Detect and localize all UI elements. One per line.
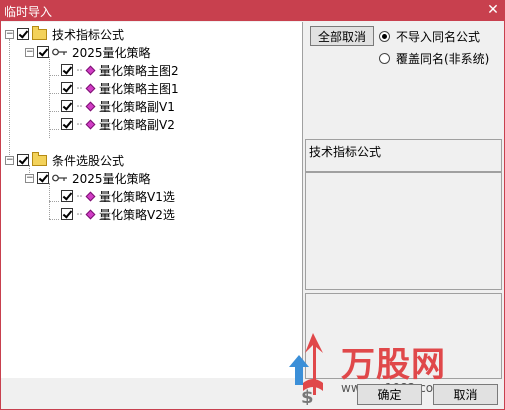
tree-connector <box>49 201 59 202</box>
folder-icon <box>32 151 47 166</box>
close-icon[interactable]: ✕ <box>481 0 505 21</box>
dots-icon <box>77 105 82 107</box>
tree-node-label: 技术指标公式 <box>52 27 125 42</box>
tree-node-formula[interactable]: 量化策略V1选 <box>61 187 175 205</box>
dots-icon <box>77 123 82 125</box>
radio-unselected-icon[interactable] <box>379 53 390 64</box>
formula-tree[interactable]: − 技术指标公式 − 2025量化策略 量化策略主图2 量化策略主图1 量化策略… <box>1 22 303 378</box>
tree-node-label: 条件选股公式 <box>52 153 125 168</box>
checkbox-checked[interactable] <box>61 100 73 112</box>
window-title: 临时导入 <box>4 5 53 19</box>
formula-diamond-icon <box>85 191 96 201</box>
key-icon <box>52 48 67 56</box>
tree-node-strategy-group[interactable]: − 2025量化策略 <box>25 169 151 187</box>
dots-icon <box>77 87 82 89</box>
cancel-all-button[interactable]: 全部取消 <box>310 26 374 46</box>
tree-node-stock-selection[interactable]: − 条件选股公式 <box>5 151 124 169</box>
tree-node-label: 2025量化策略 <box>72 45 151 60</box>
tree-node-label: 量化策略V2选 <box>99 207 175 222</box>
collapse-icon[interactable]: − <box>5 29 14 39</box>
dots-icon <box>77 69 82 71</box>
checkbox-checked[interactable] <box>61 190 73 202</box>
logo-text: 万股网 <box>341 345 446 385</box>
tree-node-formula[interactable]: 量化策略副V2 <box>61 115 175 133</box>
logo-arrow-icon: $ <box>289 333 323 405</box>
checkbox-checked[interactable] <box>37 172 49 184</box>
key-icon <box>52 174 67 182</box>
checkbox-checked[interactable] <box>17 28 29 40</box>
tree-connector <box>49 111 59 112</box>
title-bar: 临时导入 ✕ <box>0 0 505 21</box>
formula-diamond-icon <box>85 119 96 129</box>
tree-node-formula[interactable]: 量化策略V2选 <box>61 205 175 223</box>
tree-node-label: 量化策略副V1 <box>99 99 175 114</box>
tree-node-label: 量化策略主图1 <box>99 81 179 96</box>
radio-label: 不导入同名公式 <box>396 30 481 44</box>
checkbox-checked[interactable] <box>61 208 73 220</box>
tree-connector <box>49 57 50 138</box>
formula-type-label: 技术指标公式 <box>309 145 382 159</box>
radio-skip-duplicates[interactable]: 不导入同名公式 <box>379 28 480 45</box>
tree-node-formula[interactable]: 量化策略副V1 <box>61 97 175 115</box>
confirm-button[interactable]: 确定 <box>357 384 422 405</box>
tree-node-formula[interactable]: 量化策略主图2 <box>61 61 179 79</box>
tree-connector <box>9 39 10 165</box>
tree-node-label: 量化策略V1选 <box>99 189 175 204</box>
formula-diamond-icon <box>85 83 96 93</box>
tree-node-label: 量化策略副V2 <box>99 117 175 132</box>
tree-node-formula[interactable]: 量化策略主图1 <box>61 79 179 97</box>
collapse-icon[interactable]: − <box>25 173 34 183</box>
radio-selected-icon[interactable] <box>379 31 390 42</box>
formula-description-panel <box>305 172 502 290</box>
formula-diamond-icon <box>85 209 96 219</box>
tree-node-tech-indicator[interactable]: − 技术指标公式 <box>5 25 124 43</box>
dots-icon <box>77 213 82 215</box>
formula-type-box: 技术指标公式 <box>305 139 502 172</box>
radio-overwrite-duplicates[interactable]: 覆盖同名(非系统) <box>379 50 489 67</box>
tree-node-label: 2025量化策略 <box>72 171 151 186</box>
checkbox-checked[interactable] <box>61 64 73 76</box>
checkbox-checked[interactable] <box>37 46 49 58</box>
formula-diamond-icon <box>85 65 96 75</box>
checkbox-checked[interactable] <box>61 82 73 94</box>
checkbox-checked[interactable] <box>17 154 29 166</box>
cancel-button[interactable]: 取消 <box>433 384 498 405</box>
tree-node-strategy-group[interactable]: − 2025量化策略 <box>25 43 151 61</box>
tree-connector <box>49 129 59 130</box>
collapse-icon[interactable]: − <box>25 47 34 57</box>
checkbox-checked[interactable] <box>61 118 73 130</box>
tree-connector <box>49 219 59 220</box>
tree-node-label: 量化策略主图2 <box>99 63 179 78</box>
dots-icon <box>77 195 82 197</box>
formula-diamond-icon <box>85 101 96 111</box>
collapse-icon[interactable]: − <box>5 155 14 165</box>
tree-connector <box>49 75 59 76</box>
radio-label: 覆盖同名(非系统) <box>396 52 490 66</box>
svg-text:$: $ <box>301 387 314 405</box>
folder-icon <box>32 25 47 40</box>
tree-connector <box>49 93 59 94</box>
